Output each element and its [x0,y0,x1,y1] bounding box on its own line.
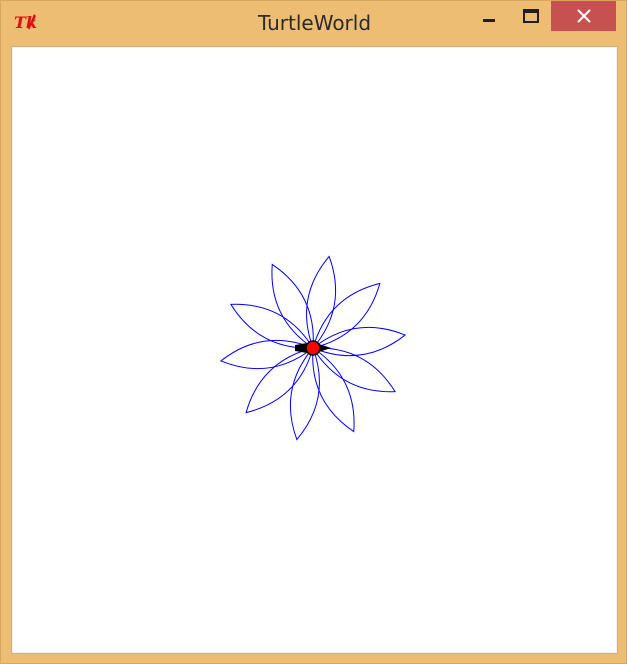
turtle-icon [295,340,331,356]
flower-petal [306,255,337,349]
flower-petal [271,263,314,349]
close-icon [576,8,592,24]
maximize-button[interactable] [509,1,553,31]
flower-petal [312,347,355,433]
turtle-canvas[interactable] [11,46,618,654]
maximize-icon [522,8,540,24]
turtle-body [305,340,321,356]
flower-petal [312,347,396,393]
flower-petal [230,303,314,349]
minimize-icon [481,8,497,24]
flower-petal [312,326,407,357]
flower-petal [312,282,381,349]
minimize-button[interactable] [469,1,509,31]
canvas-drawing [219,255,407,441]
title-bar[interactable]: Tk TurtleWorld [1,1,627,45]
close-button[interactable] [551,1,616,31]
turtleworld-window: Tk TurtleWorld [0,0,627,664]
flower-petal [289,347,320,441]
flower-petal [245,347,314,414]
